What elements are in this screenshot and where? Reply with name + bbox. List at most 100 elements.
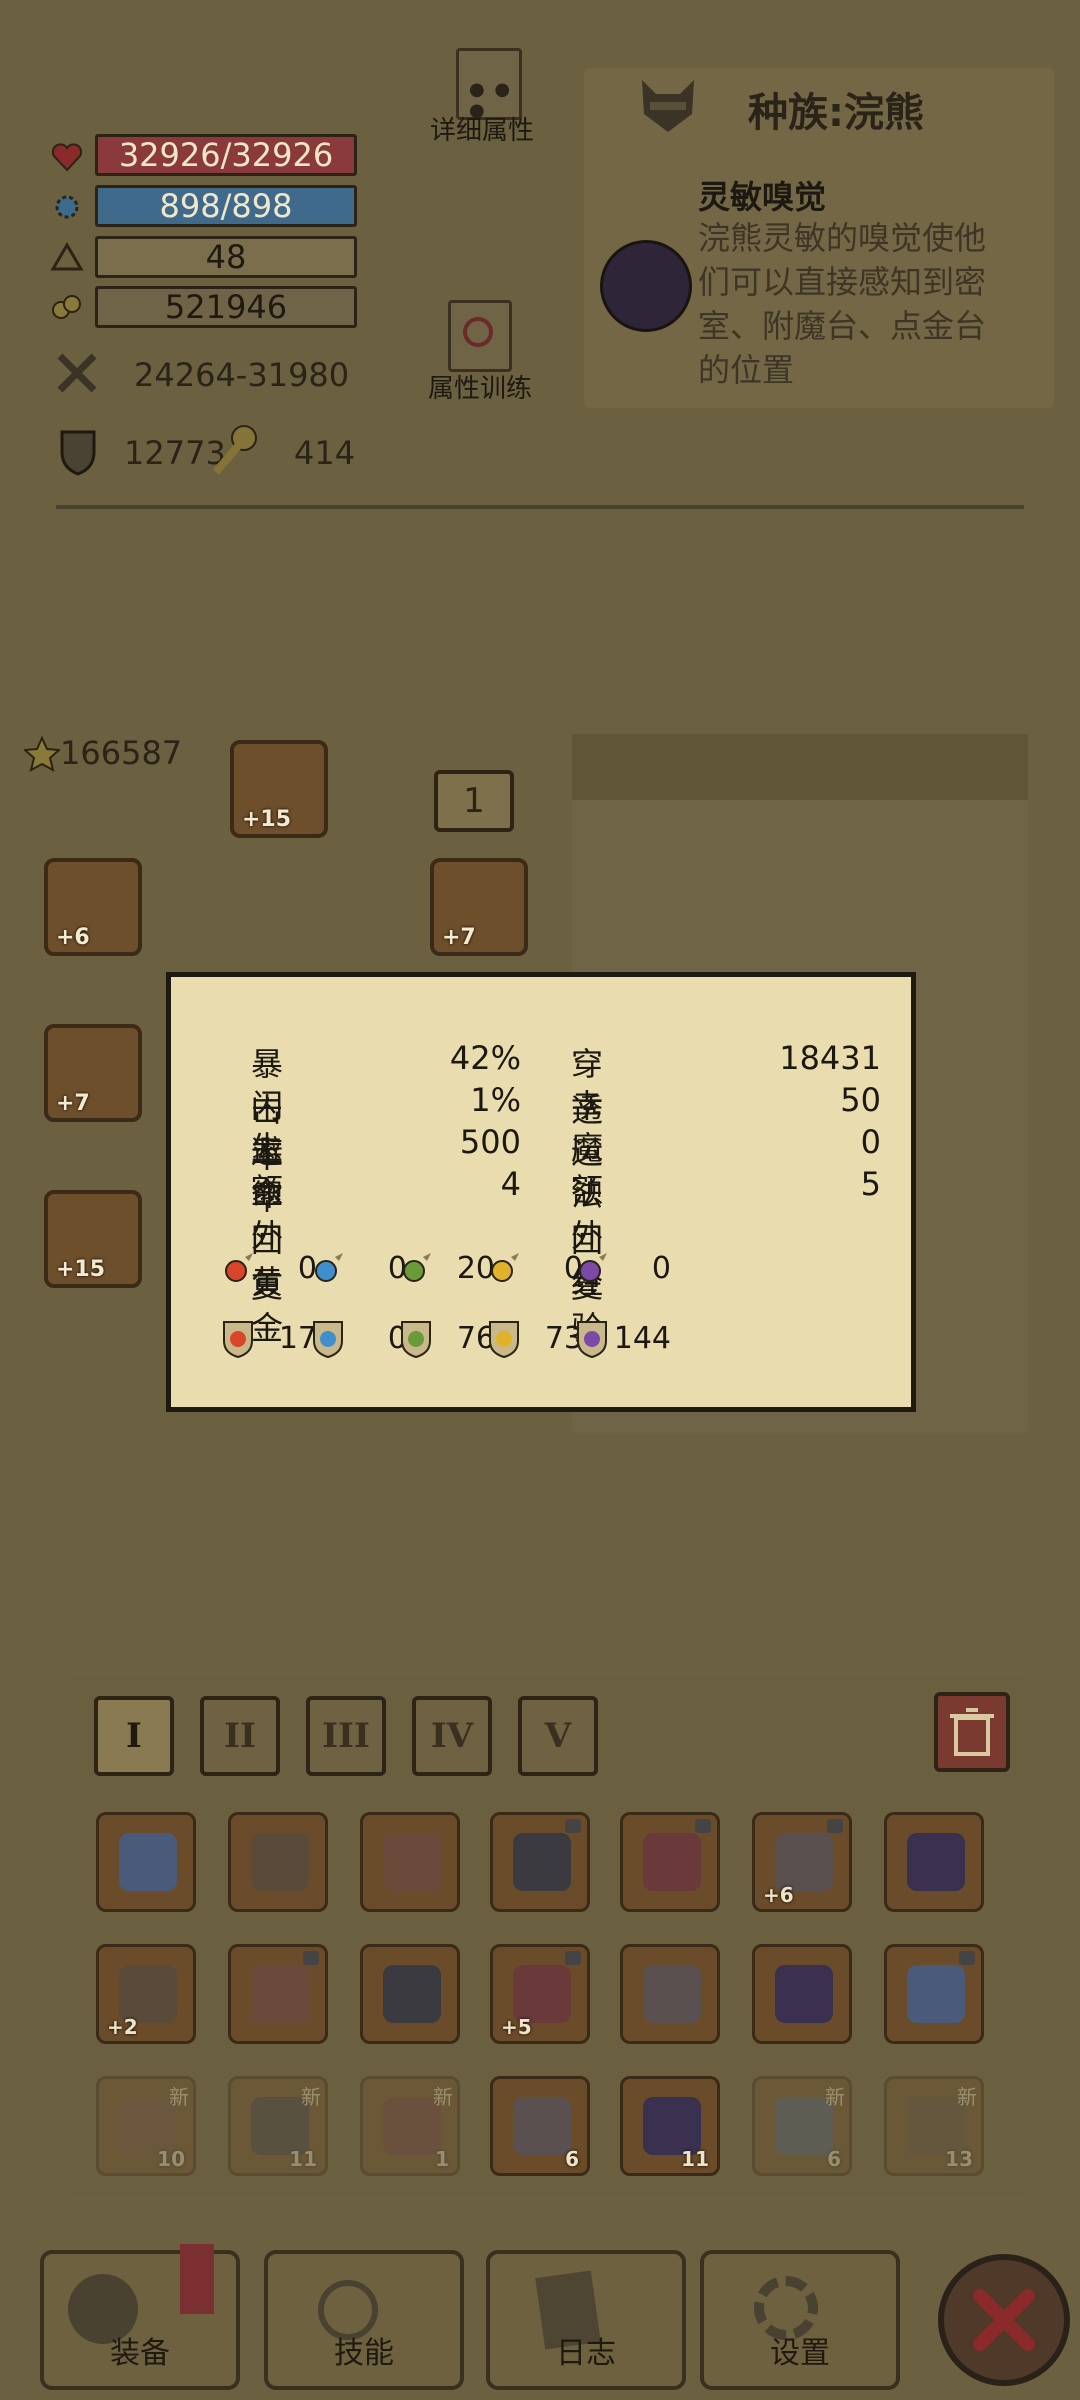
race-title: 种族:浣熊 [748,90,924,136]
item-icon [513,1833,571,1891]
item-count: 13 [945,2147,973,2171]
stat-value: 5 [860,1165,881,1203]
resist-element-value: 76 [456,1321,495,1356]
item-count: 6 [827,2147,841,2171]
level-triangle-icon [50,240,84,274]
lock-icon [303,1951,319,1965]
new-badge: 新 [301,2085,321,2109]
nav-log-button[interactable]: 日志 [486,2250,686,2390]
inventory-tab[interactable]: IV [412,1696,492,1776]
stat-value: 50 [840,1081,881,1119]
item-icon [119,1833,177,1891]
trait-desc-line: 们可以直接感知到密 [698,263,987,301]
item-detail-header [572,734,1028,800]
item-count: 11 [289,2147,317,2171]
lock-icon [959,1951,975,1965]
inventory-item[interactable] [360,1944,460,2044]
inventory-item[interactable] [884,1944,984,2044]
helmet-slot[interactable]: +15 [230,740,328,838]
inventory-item[interactable]: 新1 [360,2076,460,2176]
new-badge: 新 [957,2085,977,2109]
inventory-item[interactable]: 11 [620,2076,720,2176]
item-icon [643,1833,701,1891]
inventory-tab[interactable]: III [306,1696,386,1776]
attack-element-value: 0 [297,1251,317,1286]
nav-log-label: 日志 [556,2336,616,2371]
attack-element-value: 0 [651,1251,671,1286]
close-icon [973,2289,1035,2351]
attack-element-value: 20 [456,1251,495,1286]
trash-button[interactable] [934,1692,1010,1772]
inventory-item[interactable]: 新6 [752,2076,852,2176]
stat-value: 0 [860,1123,881,1161]
inventory-tab[interactable]: I [94,1696,174,1776]
inventory-tab[interactable]: V [518,1696,598,1776]
inventory-item[interactable]: +6 [752,1812,852,1912]
trash-icon [950,1708,994,1756]
gloves-slot[interactable]: +15 [44,1190,142,1288]
inventory-item[interactable]: +5 [490,1944,590,2044]
inventory-item[interactable]: +2 [96,1944,196,2044]
amulet-slot[interactable]: +6 [44,858,142,956]
item-count: 10 [157,2147,185,2171]
inventory-item[interactable] [228,1944,328,2044]
attack-element-value: 0 [387,1251,407,1286]
inventory-item[interactable] [228,1812,328,1912]
hp-bar: 32926/32926 [95,134,357,176]
resource-value: 414 [294,434,356,472]
raccoon-icon [636,74,700,136]
inventory-item[interactable] [490,1812,590,1912]
item-count: 1 [435,2147,449,2171]
item-icon [251,1965,309,2023]
resist-element-value: 0 [387,1321,407,1356]
lock-icon [565,1819,581,1833]
resist-element-value: 17 [278,1321,317,1356]
enhance-level: +7 [56,1091,90,1116]
new-badge: 新 [825,2085,845,2109]
inventory-item[interactable] [620,1944,720,2044]
inventory-item[interactable]: 新 11 [228,2076,328,2176]
new-badge: 新 [433,2085,453,2109]
torch-icon [210,422,260,478]
enhance-level: +7 [442,925,476,950]
divider [56,505,1024,509]
inventory-item[interactable]: 新 10 [96,2076,196,2176]
bookmark-icon [180,2244,214,2314]
enhance-level: +6 [56,925,90,950]
inventory-item[interactable] [884,1812,984,1912]
training-button[interactable] [448,300,512,372]
item-icon [383,1833,441,1891]
inventory-item[interactable] [360,1812,460,1912]
inventory-item[interactable] [96,1812,196,1912]
close-button[interactable] [938,2254,1070,2386]
attack-range: 24264-31980 [134,356,350,394]
inventory-item[interactable]: 新 13 [884,2076,984,2176]
gold-bar: 521946 [95,286,357,328]
item-icon [775,1965,833,2023]
target-icon [463,317,493,347]
enhance-level: +15 [56,1257,106,1282]
inventory-item[interactable] [752,1944,852,2044]
nav-settings-button[interactable]: 设置 [700,2250,900,2390]
ring-slot[interactable]: +7 [430,858,528,956]
nav-equip-button[interactable]: 装备 [40,2244,240,2390]
nav-skills-label: 技能 [334,2336,394,2371]
crossed-swords-icon [54,350,100,396]
trait-description: 浣熊灵敏的嗅觉使他 们可以直接感知到密 室、附魔台、点金台 的位置 [698,216,986,392]
nav-skills-button[interactable]: 技能 [264,2250,464,2390]
inventory-item[interactable] [620,1812,720,1912]
inventory-item[interactable]: 6 [490,2076,590,2176]
weapon-slot[interactable]: +7 [44,1024,142,1122]
item-count: 6 [565,2147,579,2171]
stat-value: 500 [459,1123,521,1161]
inventory-tab[interactable]: II [200,1696,280,1776]
stat-value: 1% [470,1081,521,1119]
mp-bar: 898/898 [95,185,357,227]
heart-icon [50,140,84,174]
page-badge[interactable]: 1 [434,770,514,832]
nav-settings-label: 设置 [770,2336,830,2371]
item-icon [251,1833,309,1891]
stat-value: 4 [500,1165,521,1203]
lock-icon [695,1819,711,1833]
enhance-level: +2 [107,2015,138,2039]
